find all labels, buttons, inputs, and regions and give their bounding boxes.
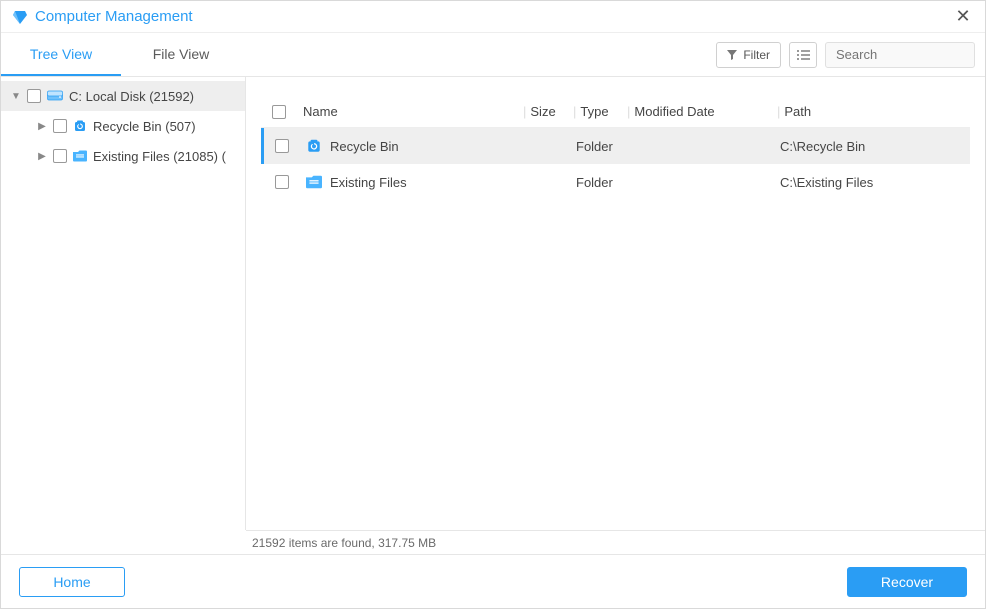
status-bar: 21592 items are found, 317.75 MB (246, 530, 985, 554)
cell-name: Existing Files (330, 175, 407, 190)
checkbox[interactable] (53, 119, 67, 133)
header-type[interactable]: |Type (567, 104, 621, 119)
recover-button[interactable]: Recover (847, 567, 967, 597)
expander-right-icon[interactable]: ▶ (37, 151, 47, 162)
recycle-bin-icon (306, 138, 322, 154)
cell-type: Folder (576, 175, 613, 190)
list-icon (796, 49, 810, 61)
tree-sidebar: ▼ C: Local Disk (21592) ▶ Recycle Bin (5… (1, 77, 246, 530)
tab-strip: Tree View File View (1, 33, 241, 76)
header-name[interactable]: Name (297, 104, 517, 119)
header-checkbox-cell (261, 105, 297, 119)
bottom-bar: Home Recover (1, 554, 985, 608)
close-icon[interactable]: ✕ (951, 6, 975, 27)
checkbox[interactable] (27, 89, 41, 103)
folder-icon (306, 175, 322, 189)
top-toolbar: Tree View File View Filter (1, 33, 985, 77)
expander-right-icon[interactable]: ▶ (37, 121, 47, 132)
list-view-button[interactable] (789, 42, 817, 68)
search-input[interactable] (834, 46, 986, 63)
app-title: Computer Management (35, 8, 193, 25)
tree-row-existing-files[interactable]: ▶ Existing Files (21085) ( (1, 141, 245, 171)
tree-label: Recycle Bin (507) (93, 119, 196, 134)
checkbox[interactable] (275, 139, 289, 153)
cell-path: C:\Recycle Bin (780, 139, 865, 154)
app-logo-icon (11, 8, 29, 26)
folder-icon (73, 150, 87, 162)
table-header: Name |Size |Type |Modified Date |Path (261, 96, 970, 128)
drive-icon (47, 89, 63, 103)
checkbox[interactable] (275, 175, 289, 189)
search-box[interactable] (825, 42, 975, 68)
cell-name: Recycle Bin (330, 139, 399, 154)
content-pane: Name |Size |Type |Modified Date |Path Re… (246, 77, 985, 530)
tree-row-root[interactable]: ▼ C: Local Disk (21592) (1, 81, 245, 111)
tree-label: C: Local Disk (21592) (69, 89, 194, 104)
header-path[interactable]: |Path (771, 104, 970, 119)
filter-label: Filter (743, 48, 770, 62)
table-row[interactable]: Existing Files Folder C:\Existing Files (261, 164, 970, 200)
tab-file-view[interactable]: File View (121, 33, 241, 76)
checkbox[interactable] (272, 105, 286, 119)
header-modified[interactable]: |Modified Date (621, 104, 771, 119)
header-size[interactable]: |Size (517, 104, 567, 119)
titlebar: Computer Management ✕ (1, 1, 985, 33)
home-button[interactable]: Home (19, 567, 125, 597)
file-table: Name |Size |Type |Modified Date |Path Re… (260, 95, 971, 530)
table-row[interactable]: Recycle Bin Folder C:\Recycle Bin (261, 128, 970, 164)
recycle-bin-icon (73, 119, 87, 133)
filter-button[interactable]: Filter (716, 42, 781, 68)
cell-type: Folder (576, 139, 613, 154)
tree-row-recycle-bin[interactable]: ▶ Recycle Bin (507) (1, 111, 245, 141)
cell-path: C:\Existing Files (780, 175, 873, 190)
main-area: ▼ C: Local Disk (21592) ▶ Recycle Bin (5… (1, 77, 985, 530)
expander-down-icon[interactable]: ▼ (11, 91, 21, 102)
status-text: 21592 items are found, 317.75 MB (252, 536, 436, 550)
toolbar-right: Filter (716, 42, 985, 68)
tree-label: Existing Files (21085) ( (93, 149, 226, 164)
funnel-icon (727, 50, 737, 60)
checkbox[interactable] (53, 149, 67, 163)
tab-tree-view[interactable]: Tree View (1, 33, 121, 76)
